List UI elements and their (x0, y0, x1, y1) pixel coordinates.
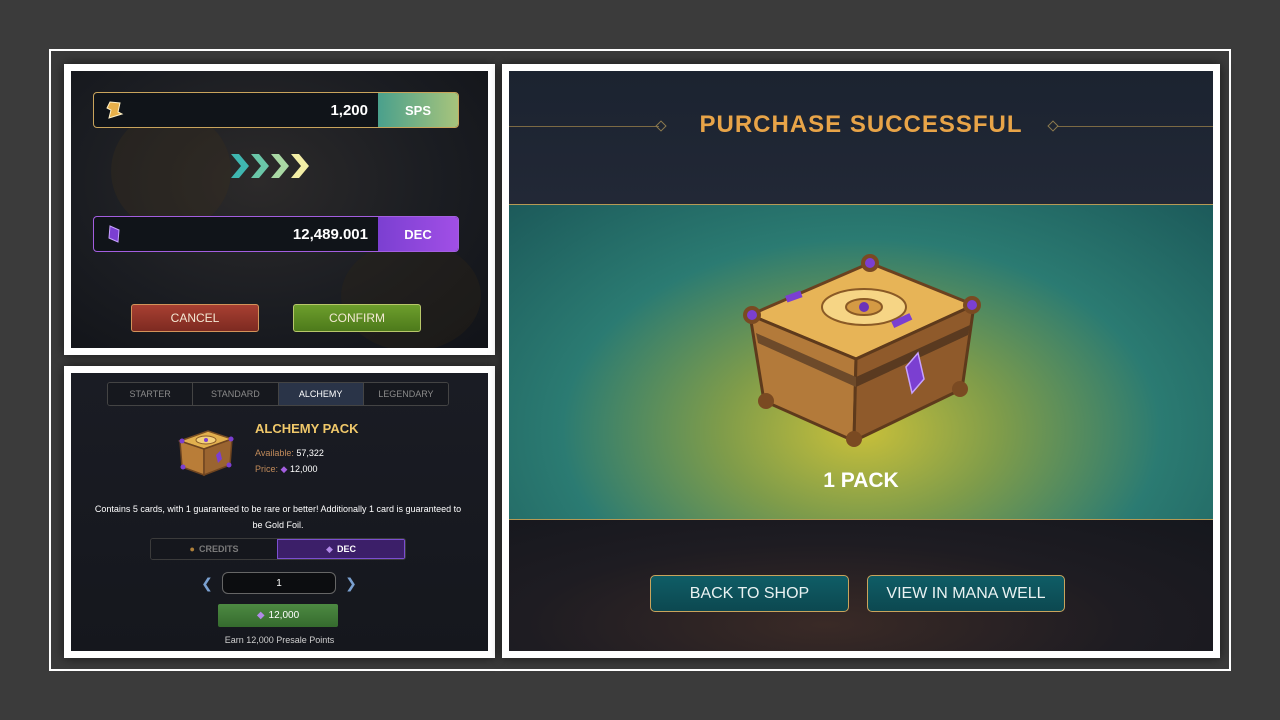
shop-panel: STARTER STANDARD ALCHEMY LEGENDARY ALCHE… (64, 366, 495, 658)
exchange-panel: 1,200 SPS 12,489.001 DEC CANCEL CONFIRM (64, 64, 495, 355)
buy-button[interactable]: ◆ 12,000 (218, 604, 338, 627)
quantity-input[interactable]: 1 (222, 572, 336, 594)
credits-coin-icon: ● (189, 544, 195, 554)
confirm-button[interactable]: CONFIRM (293, 304, 421, 332)
success-footer: BACK TO SHOP VIEW IN MANA WELL (509, 520, 1213, 651)
sps-amount-value: 1,200 (330, 101, 368, 119)
success-header: PURCHASE SUCCESSFUL (509, 71, 1213, 204)
tab-alchemy[interactable]: ALCHEMY (278, 383, 364, 405)
background-art (111, 111, 231, 231)
dec-crystal-icon: ◆ (256, 610, 265, 621)
dec-amount-field[interactable]: 12,489.001 DEC (93, 216, 459, 252)
alchemy-chest-icon (177, 430, 235, 477)
available-label: Available: (255, 448, 294, 458)
view-in-mana-well-button[interactable]: VIEW IN MANA WELL (867, 575, 1065, 612)
cancel-button[interactable]: CANCEL (131, 304, 259, 332)
pack-description: Contains 5 cards, with 1 guaranteed to b… (94, 504, 462, 530)
available-info: Available: 57,322 (255, 448, 324, 458)
currency-dec-option[interactable]: ◆ DEC (277, 539, 405, 559)
image-frame: 1,200 SPS 12,489.001 DEC CANCEL CONFIRM (49, 49, 1231, 671)
price-info: Price: ◆ 12,000 (255, 464, 318, 475)
back-to-shop-button[interactable]: BACK TO SHOP (650, 575, 849, 612)
pack-title: ALCHEMY PACK (255, 421, 359, 436)
currency-toggle: ● CREDITS ◆ DEC (150, 538, 406, 560)
alchemy-chest-image (743, 254, 981, 447)
dec-crystal-icon (100, 220, 128, 248)
sps-token-icon (100, 96, 128, 124)
price-label: Price: (255, 464, 279, 474)
dec-currency-label: DEC (378, 217, 458, 251)
tab-starter[interactable]: STARTER (108, 383, 194, 405)
sps-amount-field[interactable]: 1,200 SPS (93, 92, 459, 128)
shop-screen: STARTER STANDARD ALCHEMY LEGENDARY ALCHE… (71, 373, 488, 651)
credits-label: CREDITS (198, 544, 239, 554)
purchase-success-panel: PURCHASE SUCCESSFUL 1 PACK BACK TO SHOP … (502, 64, 1220, 658)
price-value: 12,000 (289, 464, 318, 474)
dec-crystal-icon: ◆ (326, 543, 333, 554)
dec-amount-value: 12,489.001 (292, 225, 368, 243)
exchange-screen: 1,200 SPS 12,489.001 DEC CANCEL CONFIRM (71, 71, 488, 348)
dec-crystal-icon: ◆ (280, 464, 288, 474)
pack-tabs: STARTER STANDARD ALCHEMY LEGENDARY (107, 382, 449, 406)
tab-legendary[interactable]: LEGENDARY (363, 383, 448, 405)
buy-amount: 12,000 (268, 610, 300, 621)
chevron-left-icon[interactable]: ❮ (201, 575, 213, 592)
success-title: PURCHASE SUCCESSFUL (699, 111, 1023, 138)
sps-currency-label: SPS (378, 93, 458, 127)
dec-label: DEC (336, 544, 356, 554)
reward-display: 1 PACK (509, 204, 1213, 520)
available-value: 57,322 (296, 448, 324, 458)
convert-arrows-icon (231, 154, 309, 178)
presale-points-text: Earn 12,000 Presale Points (224, 635, 335, 645)
tab-standard[interactable]: STANDARD (193, 383, 279, 405)
currency-credits-option[interactable]: ● CREDITS (151, 539, 277, 559)
quantity-stepper: ❮ 1 ❯ (201, 571, 357, 595)
chevron-right-icon[interactable]: ❯ (345, 575, 357, 592)
purchase-success-screen: PURCHASE SUCCESSFUL 1 PACK BACK TO SHOP … (509, 71, 1213, 651)
pack-count: 1 PACK (823, 469, 899, 492)
